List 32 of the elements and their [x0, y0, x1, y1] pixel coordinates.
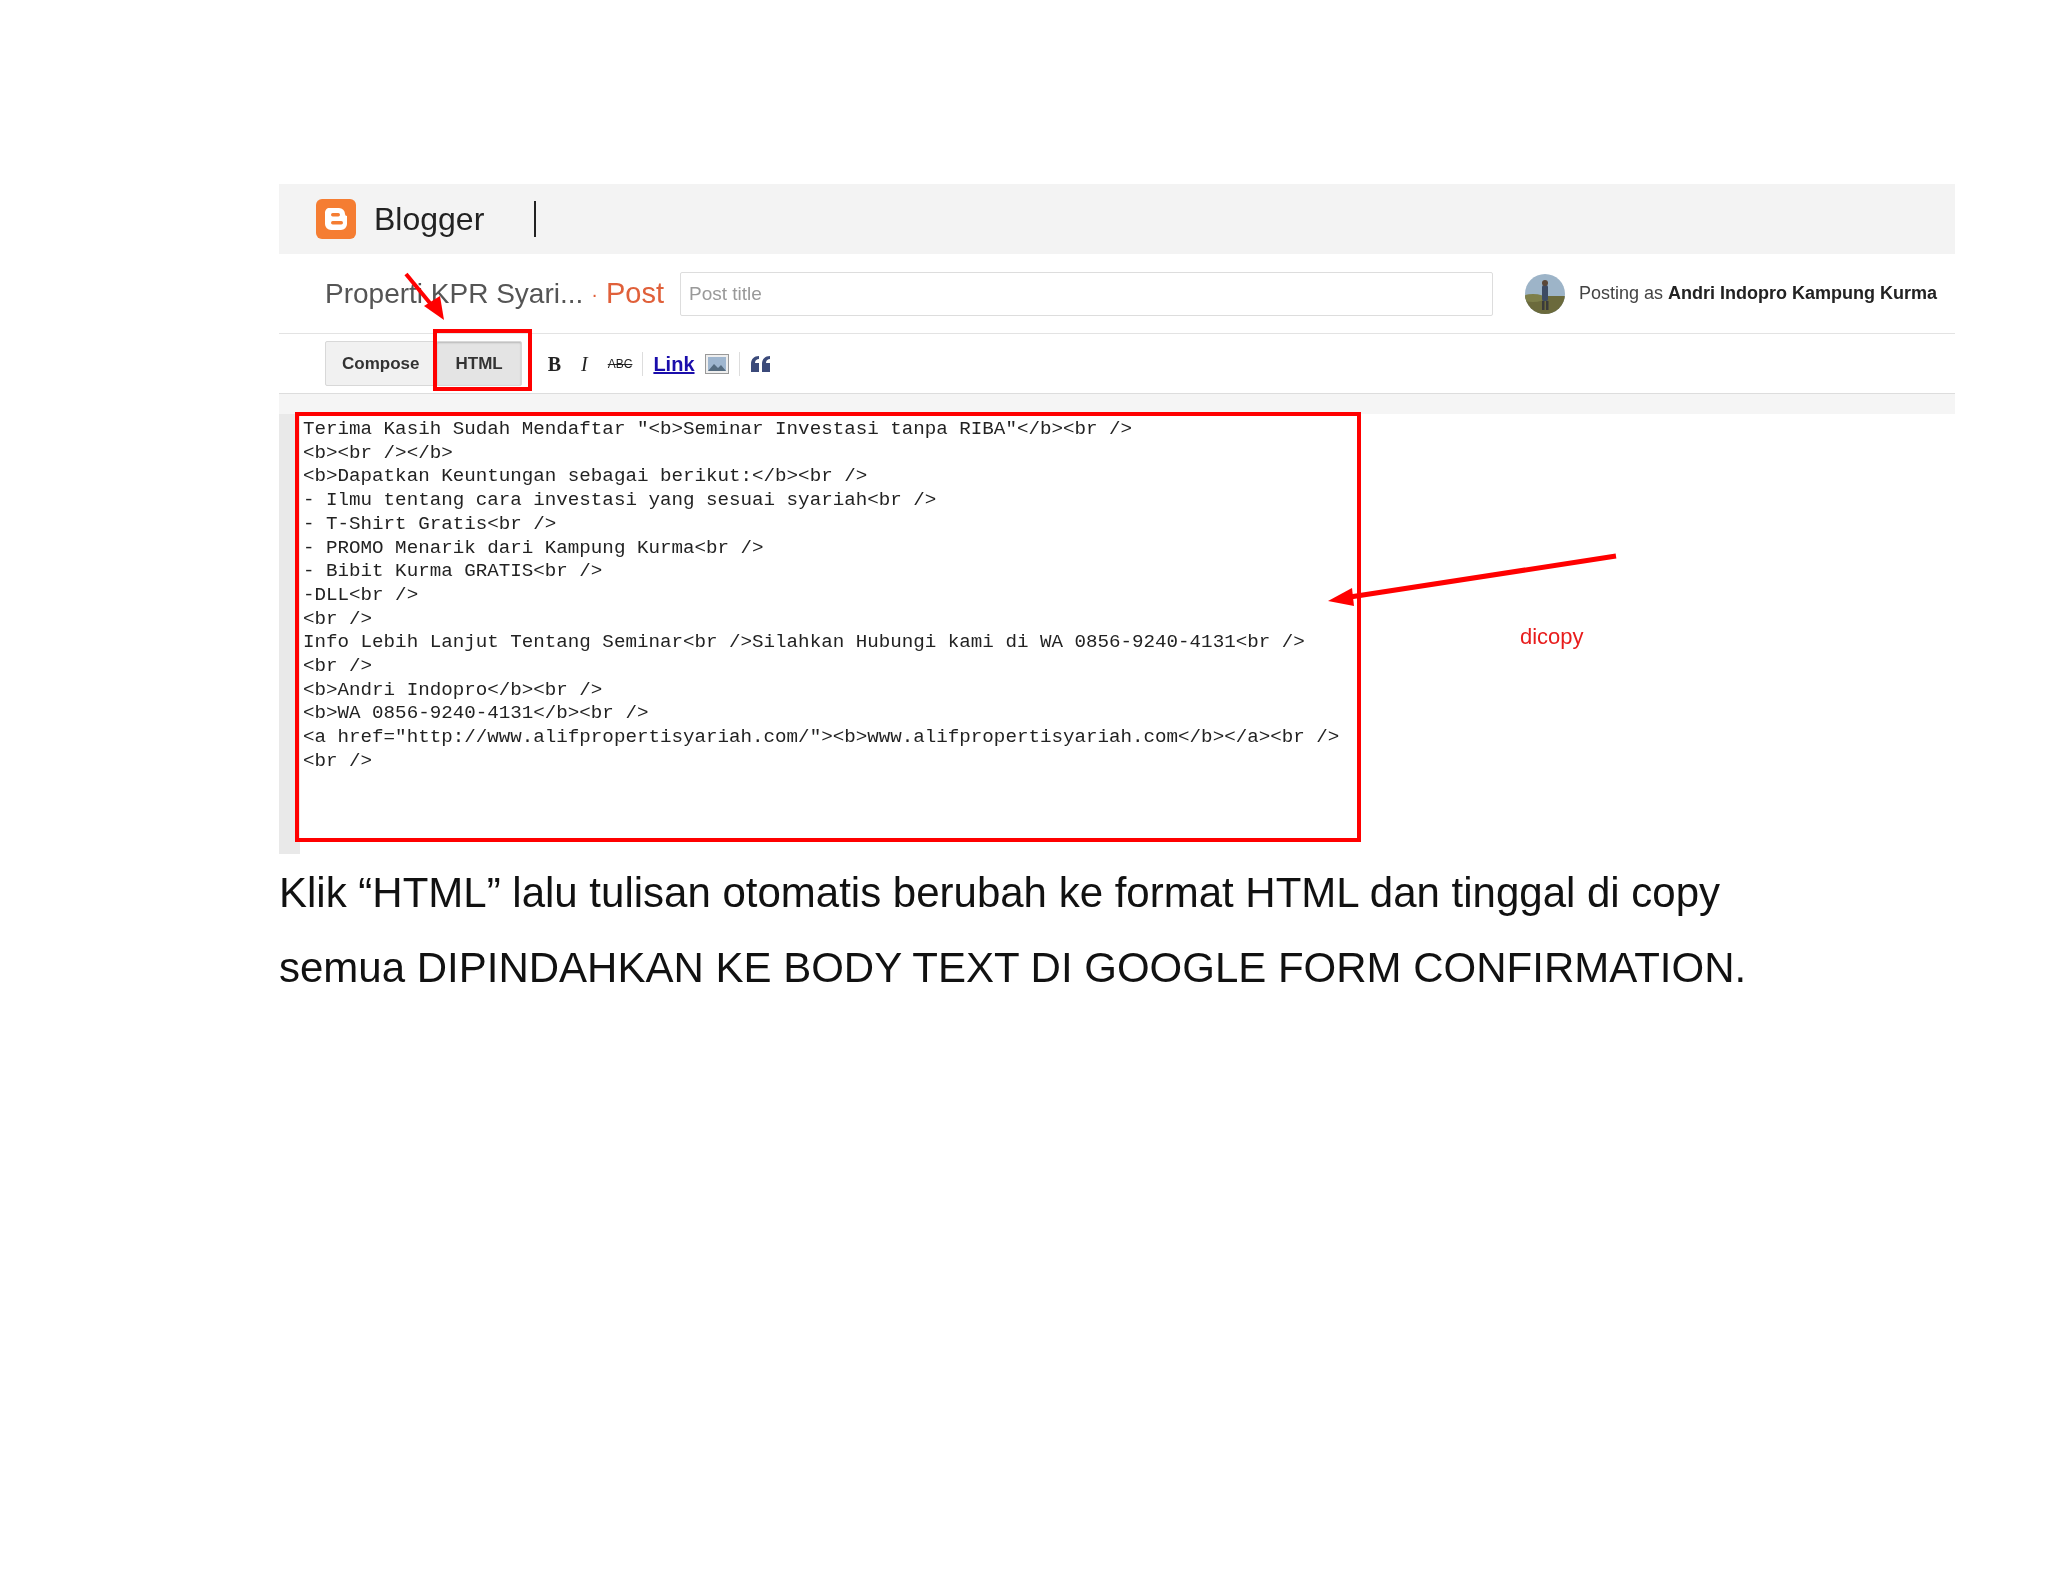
italic-button[interactable]: I [571, 348, 598, 379]
text-cursor [534, 201, 537, 237]
code-line: -DLL<br /> [303, 583, 419, 608]
bold-button[interactable]: B [537, 348, 572, 379]
strikethrough-button[interactable]: ABC [597, 354, 643, 373]
mode-tab[interactable]: HTML [436, 340, 522, 387]
code-line: - Ilmu tentang cara investasi yang sesuai syariah<br /> [303, 489, 937, 513]
annotation-note: dicopy [1520, 623, 1584, 651]
code-line: - T-Shirt Gratis<br /> [303, 512, 557, 537]
post-title-field[interactable]: Post title [680, 271, 1493, 316]
posting-as-text: Posting as Andri Indopro Kampung Kurma [1579, 282, 1938, 305]
app-name: Blogger [374, 200, 485, 239]
code-line: <b>WA 0856-9240-4131</b><br /> [303, 702, 649, 727]
code-line: - PROMO Menarik dari Kampung Kurma<br /> [303, 536, 764, 561]
caption-text: Klik “HTML” lalu tulisan otomatis berubah ke format HTML dan tinggal di copy semua DIPINDAHKAN KE BODY TEXT DI GOOGLE FORM CONFIRMATION. [279, 868, 1748, 993]
code-line: <a href="http://www.alifpropertisyariah.com/"><b>www.alifpropertisyariah.com</b></a><br /> [303, 726, 1340, 750]
code-line: - Bibit Kurma GRATIS<br /> [303, 560, 603, 584]
link-button[interactable]: Link [643, 348, 705, 379]
code-line: <b>Andri Indopro</b><br /> [303, 678, 603, 703]
image-icon[interactable] [704, 353, 729, 374]
code-line: <b><br /></b> [303, 441, 453, 466]
code-line: <br /> [303, 749, 373, 774]
logo-icon [316, 199, 356, 239]
code-line: Terima Kasih Sudah Mendaftar "<b>Seminar Investasi tanpa RIBA"</b><br /> [303, 418, 1133, 442]
blog-title[interactable]: Properti KPR Syari... [325, 272, 584, 315]
separator-dot: · [591, 281, 598, 307]
code-line: <b>Dapatkan Keuntungan sebagai berikut:</b><br /> [303, 465, 868, 490]
code-line: <br /> [303, 655, 373, 679]
section-label: Post [606, 275, 664, 311]
code-line: <br /> [303, 607, 373, 632]
quote-icon[interactable] [749, 354, 772, 373]
code-line: Info Lebih Lanjut Tentang Seminar<br />Silahkan Hubungi kami di WA 0856-9240-4131<br /> [303, 631, 1305, 656]
